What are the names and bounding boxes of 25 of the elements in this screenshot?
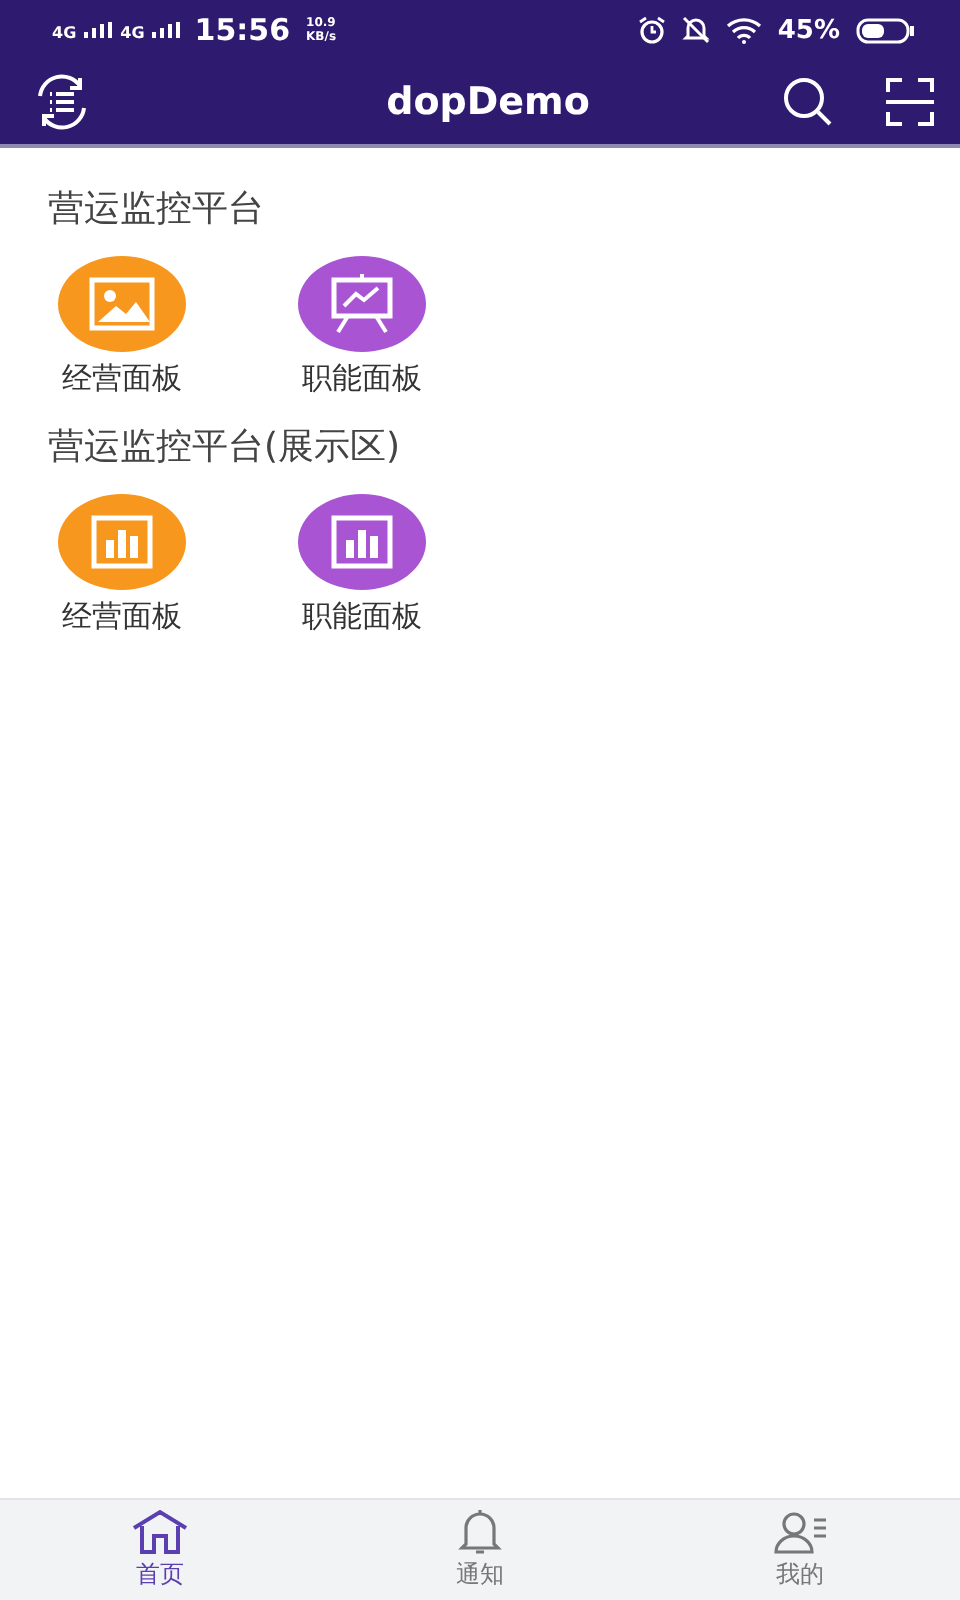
tile-label[interactable]: 经营面板 (62, 598, 182, 636)
network-label: 4G (120, 24, 145, 42)
profile-icon[interactable] (770, 1508, 830, 1556)
scan-icon[interactable] (883, 76, 936, 128)
home-icon[interactable] (130, 1508, 190, 1556)
alarm-icon (637, 16, 666, 44)
signal-icon (152, 22, 181, 38)
muted-bell-icon (681, 16, 710, 44)
menu-icon[interactable] (32, 72, 92, 132)
app-title: dopDemo (386, 80, 590, 124)
search-icon[interactable] (779, 74, 836, 130)
tile-label[interactable]: 职能面板 (302, 360, 422, 398)
section-title: 营运监控平台 (48, 186, 266, 232)
wifi-icon (725, 17, 762, 43)
network-label: 4G (52, 24, 77, 42)
tile-label[interactable]: 经营面板 (62, 360, 182, 398)
nav-tab[interactable]: 通知 (320, 1500, 640, 1600)
battery-icon (856, 17, 916, 43)
section-title: 营运监控平台(展示区) (48, 424, 403, 470)
nav-tab[interactable]: 首页 (0, 1500, 320, 1600)
battery-percent: 45% (777, 15, 840, 45)
nav-tab[interactable]: 我的 (640, 1500, 960, 1600)
signal-icon (84, 22, 113, 38)
clock: 15:56 (194, 12, 291, 48)
tile-label[interactable]: 职能面板 (302, 598, 422, 636)
